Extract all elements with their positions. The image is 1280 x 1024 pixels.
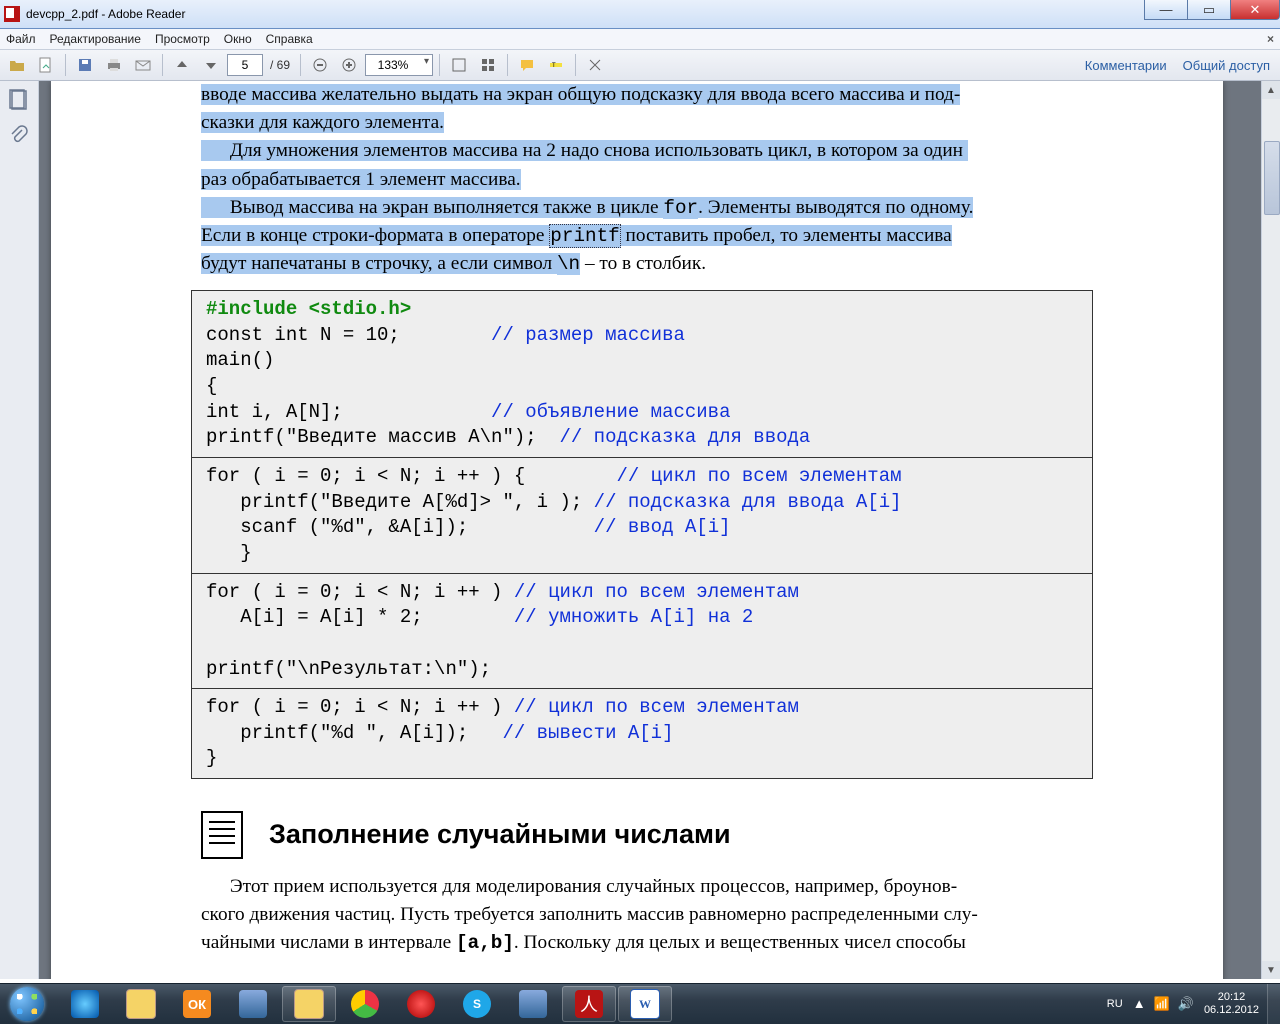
tray-network-icon[interactable]: 📶 xyxy=(1154,996,1170,1012)
windows-taskbar: ОК S 人 W RU ▲ 📶 🔊 20:12 06.12.2012 xyxy=(0,983,1280,1024)
thumbnails-panel-icon[interactable] xyxy=(8,89,30,111)
open-button[interactable] xyxy=(4,52,30,78)
task-acrobat-prev[interactable] xyxy=(506,986,560,1022)
system-tray: RU ▲ 📶 🔊 20:12 06.12.2012 xyxy=(1107,984,1280,1024)
task-snippingtool[interactable] xyxy=(226,986,280,1022)
task-folder[interactable] xyxy=(282,986,336,1022)
read-mode-button[interactable] xyxy=(582,52,608,78)
share-link[interactable]: Общий доступ xyxy=(1183,58,1270,73)
scroll-down-icon[interactable]: ▼ xyxy=(1262,961,1280,979)
menubar-close-icon[interactable]: × xyxy=(1267,32,1274,46)
export-pdf-button[interactable] xyxy=(33,52,59,78)
show-desktop-button[interactable] xyxy=(1267,984,1280,1024)
task-acrobat[interactable]: 人 xyxy=(562,986,616,1022)
highlight-button[interactable]: T xyxy=(543,52,569,78)
tool-select-button[interactable] xyxy=(446,52,472,78)
page-count-label: / 69 xyxy=(270,58,290,72)
pdf-page: вводе массива желательно выдать на экран… xyxy=(51,81,1223,979)
tray-volume-icon[interactable]: 🔊 xyxy=(1178,996,1194,1012)
zoom-in-button[interactable] xyxy=(336,52,362,78)
document-area: вводе массива желательно выдать на экран… xyxy=(39,81,1280,979)
maximize-button[interactable]: ▭ xyxy=(1187,0,1231,20)
page-up-button[interactable] xyxy=(169,52,195,78)
task-explorer[interactable] xyxy=(114,986,168,1022)
body-text: вводе массива желательно выдать на экран… xyxy=(201,81,1083,278)
taskbar-clock[interactable]: 20:12 06.12.2012 xyxy=(1204,991,1259,1016)
body-text-2: Этот прием используется для моделировани… xyxy=(201,873,1083,958)
minimize-button[interactable]: — xyxy=(1144,0,1188,20)
scroll-thumb[interactable] xyxy=(1264,141,1280,215)
task-chrome[interactable] xyxy=(338,986,392,1022)
menu-view[interactable]: Просмотр xyxy=(155,32,210,46)
task-ie[interactable] xyxy=(58,986,112,1022)
menu-help[interactable]: Справка xyxy=(266,32,313,46)
save-button[interactable] xyxy=(72,52,98,78)
window-titlebar: devcpp_2.pdf - Adobe Reader — ▭ ✕ xyxy=(0,0,1280,29)
side-panel xyxy=(0,81,39,979)
print-button[interactable] xyxy=(101,52,127,78)
task-skype[interactable]: S xyxy=(450,986,504,1022)
email-button[interactable] xyxy=(130,52,156,78)
task-opera[interactable] xyxy=(394,986,448,1022)
page-number-input[interactable] xyxy=(227,54,263,76)
menu-bar: Файл Редактирование Просмотр Окно Справк… xyxy=(0,29,1280,50)
section-title: Заполнение случайными числами xyxy=(269,815,731,854)
toolbar: / 69 T Комментарии Общий доступ xyxy=(0,50,1280,81)
section-heading: Заполнение случайными числами xyxy=(201,811,1083,859)
menu-edit[interactable]: Редактирование xyxy=(50,32,141,46)
task-ok[interactable]: ОК xyxy=(170,986,224,1022)
menu-file[interactable]: Файл xyxy=(6,32,36,46)
menu-window[interactable]: Окно xyxy=(224,32,252,46)
zoom-level-input[interactable] xyxy=(365,54,433,76)
svg-text:T: T xyxy=(552,63,556,69)
zoom-out-button[interactable] xyxy=(307,52,333,78)
scroll-up-icon[interactable]: ▲ xyxy=(1262,81,1280,99)
close-button[interactable]: ✕ xyxy=(1230,0,1280,20)
code-listing: #include <stdio.h> const int N = 10; // … xyxy=(191,290,1093,779)
task-word[interactable]: W xyxy=(618,986,672,1022)
comments-link[interactable]: Комментарии xyxy=(1085,58,1167,73)
window-title: devcpp_2.pdf - Adobe Reader xyxy=(26,7,185,21)
comment-button[interactable] xyxy=(514,52,540,78)
start-button[interactable] xyxy=(0,984,54,1024)
language-indicator[interactable]: RU xyxy=(1107,998,1123,1010)
tool-thumbnails-button[interactable] xyxy=(475,52,501,78)
document-icon xyxy=(201,811,243,859)
vertical-scrollbar[interactable]: ▲ ▼ xyxy=(1261,81,1280,979)
app-icon xyxy=(4,6,20,22)
tray-flag-icon[interactable]: ▲ xyxy=(1133,996,1146,1012)
page-down-button[interactable] xyxy=(198,52,224,78)
attachments-panel-icon[interactable] xyxy=(8,125,30,147)
windows-orb-icon xyxy=(10,987,44,1021)
